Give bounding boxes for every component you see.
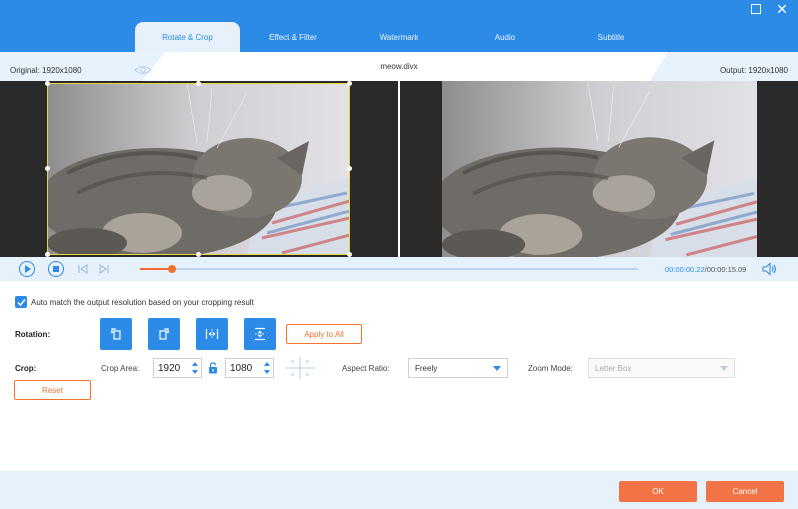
auto-match-label: Auto match the output resolution based o… [31,297,254,307]
title-bar: ✕ Rotate & Crop Effect & Filter Watermar… [0,0,798,52]
tab-watermark[interactable]: Watermark [346,22,452,52]
maximize-button[interactable] [749,2,763,16]
tab-bar: Rotate & Crop Effect & Filter Watermark … [135,22,664,52]
crop-label: Crop: [15,364,37,373]
stop-button[interactable] [48,261,64,277]
chevron-down-icon [720,366,728,371]
ok-button[interactable]: OK [619,481,697,502]
aspect-ratio-label: Aspect Ratio: [342,364,390,373]
flip-vertical-icon [255,327,265,341]
play-icon [25,265,31,273]
crop-handle[interactable] [45,166,50,171]
rotate-left-button[interactable] [100,318,132,350]
center-crop-icon[interactable] [286,357,314,379]
crop-height-stepper[interactable]: 1080 [225,358,274,378]
close-button[interactable]: ✕ [775,2,789,16]
crop-frame[interactable] [47,83,350,255]
reset-button[interactable]: Reset [14,380,91,400]
crop-handle[interactable] [45,81,50,86]
rotate-left-icon [110,328,121,340]
previous-frame-icon[interactable] [77,263,89,275]
file-name: meow.divx [380,62,418,71]
crop-width-value: 1920 [158,363,181,374]
apply-to-all-button[interactable]: Apply to All [286,324,362,344]
next-frame-icon[interactable] [98,263,110,275]
crop-height-value: 1080 [230,363,253,374]
tab-subtitle[interactable]: Subtitle [558,22,664,52]
increment-icon[interactable] [264,362,270,366]
footer-bar: OK Cancel [0,471,798,509]
tab-audio[interactable]: Audio [452,22,558,52]
check-icon [16,298,26,306]
rotate-right-icon [159,328,170,340]
play-button[interactable] [19,261,35,277]
preview-divider [398,81,400,257]
tab-effect-filter[interactable]: Effect & Filter [240,22,346,52]
decrement-icon[interactable] [264,370,270,374]
crop-handle[interactable] [347,81,352,86]
info-bar: Original: 1920x1080 meow.divx Output: 19… [0,52,798,81]
increment-icon[interactable] [192,362,198,366]
total-time: 00:00:15.09 [706,265,747,274]
output-video-frame [442,81,757,257]
rotation-label: Rotation: [15,330,51,339]
chevron-down-icon [493,366,501,371]
crop-width-stepper[interactable]: 1920 [153,358,202,378]
progress-track[interactable] [140,265,638,273]
decrement-icon[interactable] [192,370,198,374]
flip-horizontal-icon [205,329,219,339]
zoom-mode-select: Letter Box [588,358,735,378]
aspect-ratio-select[interactable]: Freely [408,358,508,378]
zoom-mode-value: Letter Box [595,364,632,373]
flip-horizontal-button[interactable] [196,318,228,350]
tab-rotate-crop[interactable]: Rotate & Crop [135,22,240,52]
crop-area-label: Crop Area: [101,364,140,373]
flip-vertical-button[interactable] [244,318,276,350]
playback-bar: 00:00:00.22/00:00:15.09 [0,257,798,281]
output-resolution: Output: 1920x1080 [719,66,788,75]
stop-icon [53,266,59,272]
cancel-button[interactable]: Cancel [706,481,784,502]
close-icon: ✕ [776,1,788,17]
crop-handle[interactable] [347,166,352,171]
auto-match-row: Auto match the output resolution based o… [15,296,254,308]
zoom-mode-label: Zoom Mode: [528,364,573,373]
auto-match-checkbox[interactable] [15,296,27,308]
time-display: 00:00:00.22/00:00:15.09 [665,265,746,274]
progress-knob[interactable] [167,265,176,273]
cat-image [442,81,757,257]
lock-icon[interactable] [208,362,218,374]
preview-area [0,81,798,257]
maximize-icon [751,4,761,14]
aspect-ratio-value: Freely [415,364,438,373]
volume-icon[interactable] [762,262,777,276]
rotate-right-button[interactable] [148,318,180,350]
current-time: 00:00:00.22 [665,265,705,274]
crop-handle[interactable] [196,81,201,86]
